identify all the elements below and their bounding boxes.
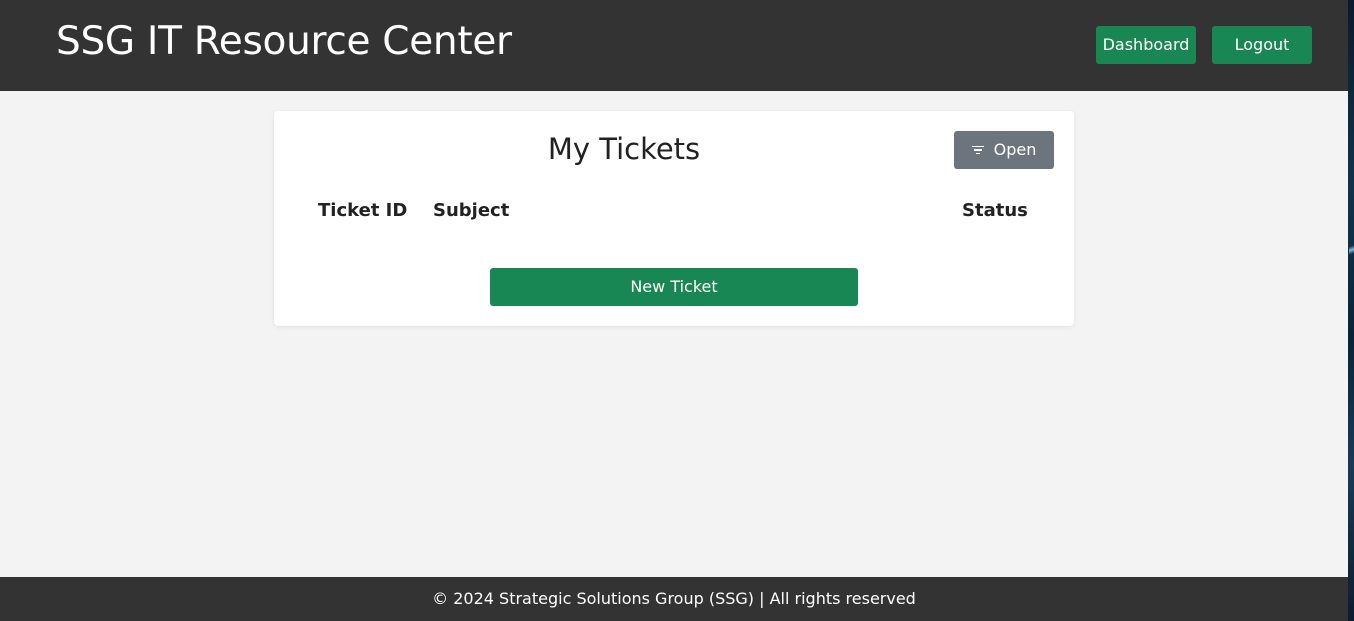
app-root: SSG IT Resource Center Dashboard Logout … (0, 0, 1348, 621)
logout-button[interactable]: Logout (1212, 26, 1312, 64)
status-filter-button[interactable]: Open (954, 131, 1054, 169)
column-header-subject: Subject (433, 200, 510, 221)
page-footer: © 2024 Strategic Solutions Group (SSG) |… (0, 577, 1348, 621)
column-header-ticket-id: Ticket ID (318, 200, 408, 221)
copyright-text: © 2024 Strategic Solutions Group (SSG) |… (432, 589, 916, 608)
top-header: SSG IT Resource Center Dashboard Logout (0, 0, 1348, 91)
new-ticket-button[interactable]: New Ticket (490, 268, 858, 306)
dashboard-button[interactable]: Dashboard (1096, 26, 1196, 64)
background-edge (1348, 0, 1354, 621)
status-filter-label: Open (993, 140, 1037, 159)
site-title: SSG IT Resource Center (56, 19, 512, 64)
page-title: My Tickets (547, 132, 701, 166)
filter-icon (971, 145, 984, 155)
column-header-status: Status (962, 200, 1028, 221)
tickets-card: My Tickets Open Ticket ID Subject Status… (274, 111, 1074, 326)
